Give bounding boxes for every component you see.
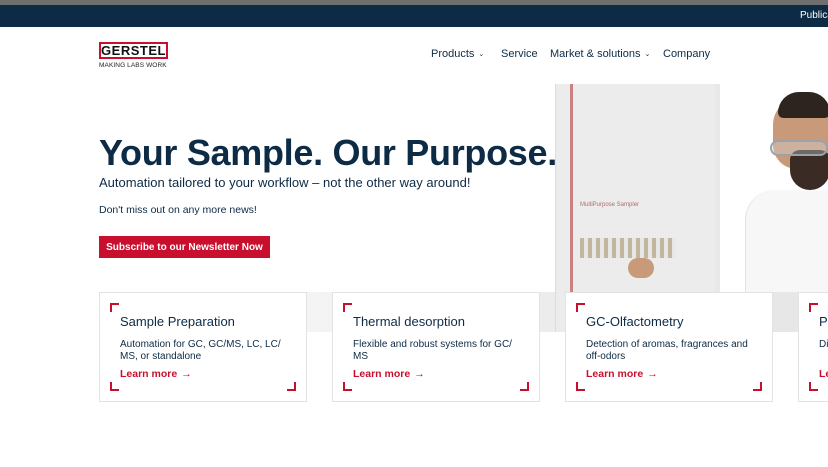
card-description: Automation for GC, GC/MS, LC, LC/ MS, or… bbox=[120, 339, 281, 362]
chevron-down-icon: ⌄ bbox=[644, 51, 651, 58]
card-description: Flexible and robust systems for GC/ MS bbox=[353, 339, 512, 362]
corner-bracket bbox=[576, 303, 585, 312]
card-title: Thermal desorption bbox=[353, 314, 465, 329]
scientist-beard bbox=[790, 150, 828, 190]
card-description: Di bbox=[819, 339, 828, 350]
logo-tagline: MAKING LABS WORK bbox=[99, 62, 167, 69]
corner-bracket bbox=[809, 303, 818, 312]
sample-vials bbox=[580, 238, 675, 258]
scientist-hair bbox=[778, 92, 828, 118]
learn-more-label: Learn more bbox=[586, 368, 644, 380]
scientist-hand bbox=[628, 258, 654, 278]
corner-bracket bbox=[520, 382, 529, 391]
card-thermal-desorption[interactable]: Thermal desorption Flexible and robust s… bbox=[332, 292, 540, 402]
arrow-right-icon: → bbox=[181, 368, 192, 380]
corner-bracket bbox=[576, 382, 585, 391]
subscribe-newsletter-button[interactable]: Subscribe to our Newsletter Now bbox=[99, 236, 270, 258]
corner-bracket bbox=[110, 382, 119, 391]
learn-more-label: Learn more bbox=[353, 368, 411, 380]
instrument-frame bbox=[570, 84, 573, 304]
learn-more-link[interactable]: Learn more → bbox=[586, 368, 658, 380]
corner-bracket bbox=[809, 382, 818, 391]
learn-more-link[interactable]: Learn more → bbox=[353, 368, 425, 380]
nav-service-label: Service bbox=[501, 48, 538, 60]
learn-more-label: Le bbox=[819, 368, 828, 380]
corner-bracket bbox=[753, 382, 762, 391]
logo-text: GERSTEL bbox=[101, 43, 166, 58]
topbar-link-publications[interactable]: Publica bbox=[800, 10, 828, 21]
corner-bracket bbox=[343, 303, 352, 312]
arrow-right-icon: → bbox=[414, 368, 425, 380]
hero-title: Your Sample. Our Purpose. bbox=[99, 132, 557, 173]
chevron-down-icon: ⌄ bbox=[478, 51, 485, 58]
learn-more-link[interactable]: Le bbox=[819, 368, 828, 380]
nav-products-label: Products bbox=[431, 48, 475, 60]
card-sample-preparation[interactable]: Sample Preparation Automation for GC, GC… bbox=[99, 292, 307, 402]
corner-bracket bbox=[287, 382, 296, 391]
instrument-label: MultiPurpose Sampler bbox=[580, 202, 640, 208]
learn-more-link[interactable]: Learn more → bbox=[120, 368, 192, 380]
card-description: Detection of aromas, fragrances and off-… bbox=[586, 339, 748, 362]
nav-service[interactable]: Service bbox=[501, 48, 538, 60]
corner-bracket bbox=[110, 303, 119, 312]
gerstel-logo[interactable]: GERSTEL bbox=[99, 42, 168, 59]
hero-news-text: Don't miss out on any more news! bbox=[99, 204, 257, 216]
card-title: GC-Olfactometry bbox=[586, 314, 684, 329]
hero-subtitle: Automation tailored to your workflow – n… bbox=[99, 175, 471, 190]
nav-market-solutions[interactable]: Market & solutions ⌄ bbox=[550, 48, 650, 60]
top-utility-bar: Publica bbox=[0, 5, 828, 27]
scientist-coat bbox=[745, 190, 828, 292]
nav-company-label: Company bbox=[663, 48, 711, 60]
nav-market-solutions-label: Market & solutions bbox=[550, 48, 641, 60]
site-header: GERSTEL MAKING LABS WORK Products ⌄ Serv… bbox=[0, 27, 828, 84]
arrow-right-icon: → bbox=[647, 368, 658, 380]
card-gc-olfactometry[interactable]: GC-Olfactometry Detection of aromas, fra… bbox=[565, 292, 773, 402]
safety-glasses bbox=[770, 140, 828, 156]
nav-company[interactable]: Company bbox=[663, 48, 710, 60]
card-partial[interactable]: Pe Di Le bbox=[798, 292, 828, 402]
card-title: Pe bbox=[819, 314, 828, 329]
card-title: Sample Preparation bbox=[120, 314, 235, 329]
nav-products[interactable]: Products ⌄ bbox=[431, 48, 484, 60]
learn-more-label: Learn more bbox=[120, 368, 178, 380]
corner-bracket bbox=[343, 382, 352, 391]
